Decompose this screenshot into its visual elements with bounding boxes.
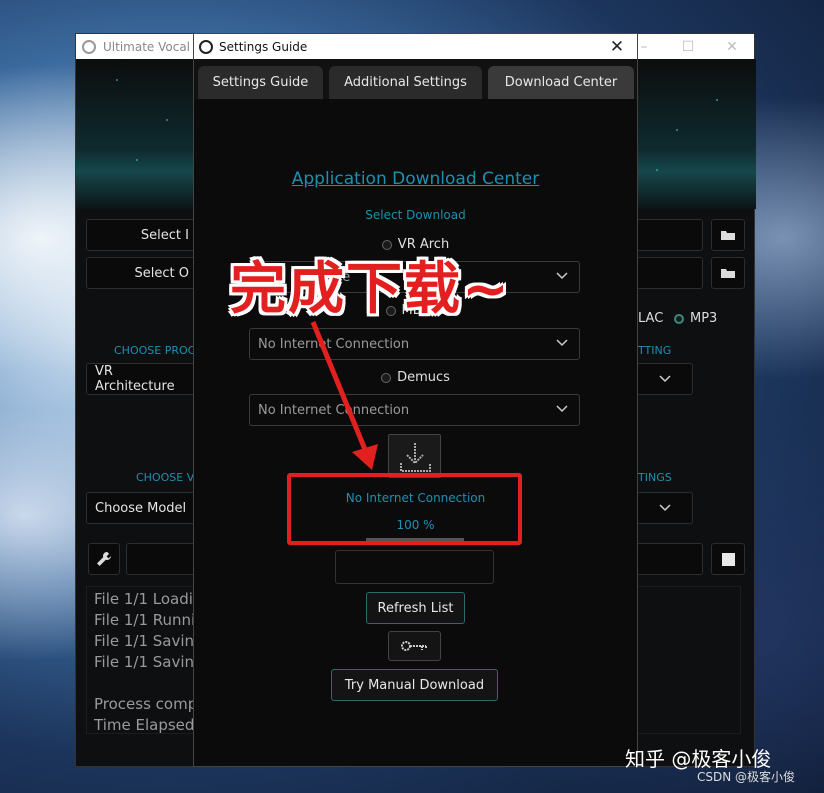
annotation-box	[287, 473, 522, 545]
csdn-watermark: CSDN @极客小俊	[697, 770, 796, 784]
annotation-arrow	[310, 321, 378, 470]
